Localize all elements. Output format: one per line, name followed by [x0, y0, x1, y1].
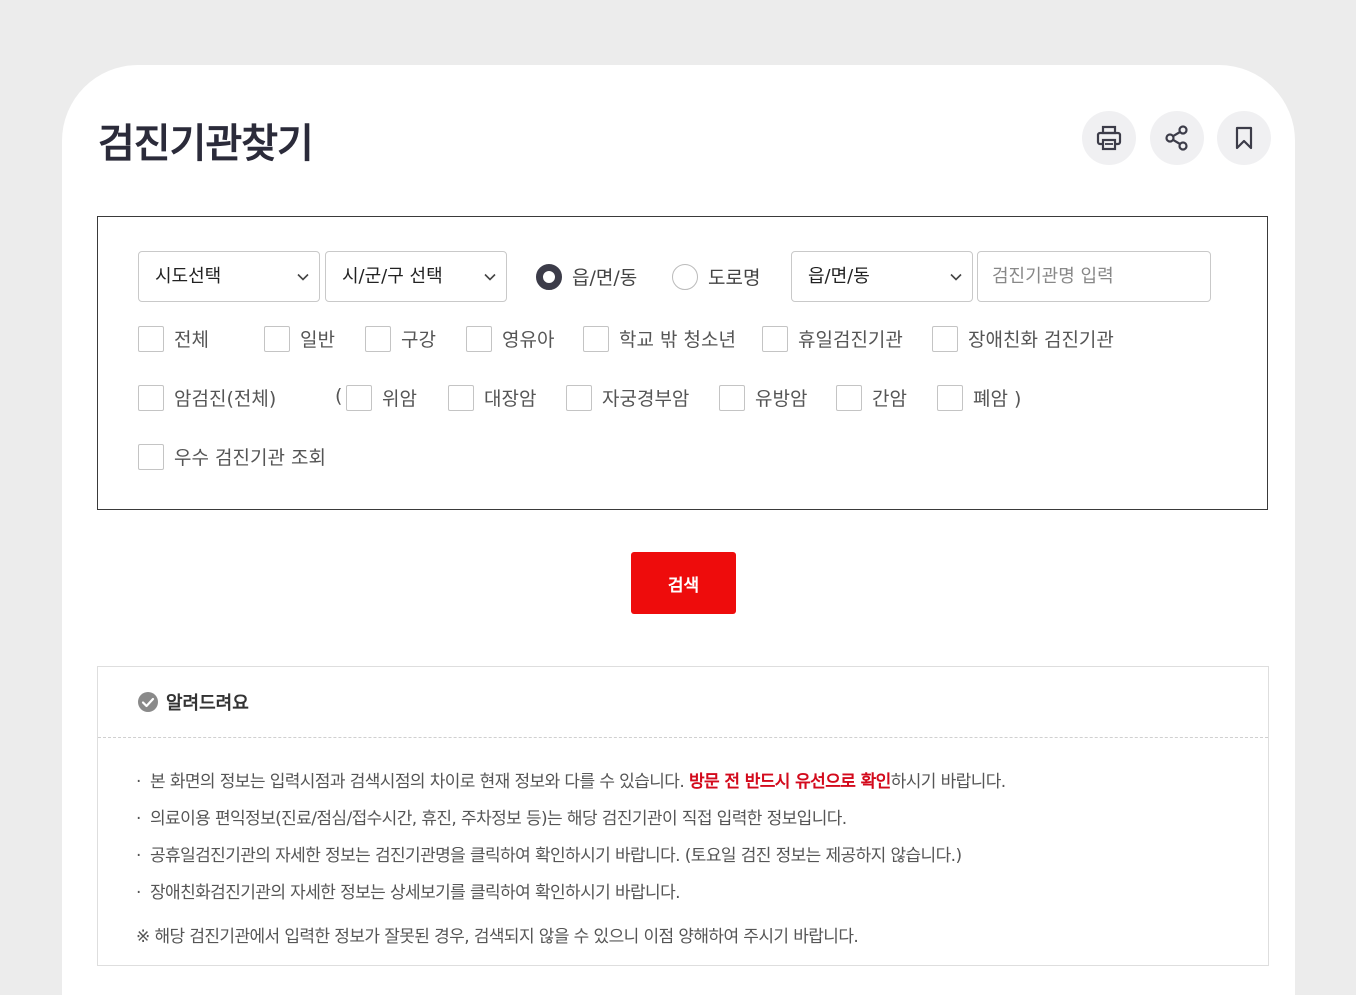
checkbox[interactable]: [346, 384, 372, 411]
checkbox[interactable]: [762, 325, 788, 352]
main-card: 검진기관찾기 시도선택 시/군/구 선택 읍/면/동 도로명 읍/면/동 검진기…: [62, 65, 1295, 995]
notice-box: 알려드려요 · 본 화면의 정보는 입력시점과 검색시점의 차이로 현재 정보와 …: [97, 666, 1269, 966]
check-circle-icon: [138, 692, 158, 712]
checkbox-all[interactable]: 전체: [138, 325, 209, 352]
checkbox-label: 학교 밖 청소년: [619, 329, 736, 351]
checkbox-breast-cancer[interactable]: 유방암: [719, 384, 807, 411]
notice-text: 본 화면의 정보는 입력시점과 검색시점의 차이로 현재 정보와 다를 수 있습…: [150, 772, 689, 792]
checkbox-label: 자궁경부암: [602, 388, 690, 410]
sigungu-select-value: 시/군/구 선택: [342, 266, 443, 287]
checkbox-label: 영유아: [502, 329, 555, 351]
eupmyeondong-select[interactable]: 읍/면/동: [791, 251, 973, 302]
checkbox-liver-cancer[interactable]: 간암: [836, 384, 907, 411]
notice-text: 하시기 바랍니다.: [890, 772, 1006, 792]
checkbox[interactable]: [937, 384, 963, 411]
notice-text: 장애친화검진기관의 자세한 정보는 상세보기를 클릭하여 확인하시기 바랍니다.: [150, 883, 681, 903]
checkbox-label: 일반: [300, 329, 335, 351]
radio-button-checked[interactable]: [536, 263, 562, 290]
radio-label: 읍/면/동: [572, 267, 638, 289]
checkbox-label: 우수 검진기관 조회: [174, 447, 326, 469]
checkbox[interactable]: [264, 325, 290, 352]
checkbox[interactable]: [138, 325, 164, 352]
notice-list: · 본 화면의 정보는 입력시점과 검색시점의 차이로 현재 정보와 다를 수 있…: [136, 771, 1006, 919]
notice-text: 의료이용 편익정보(진료/점심/접수시간, 휴진, 주차정보 등)는 해당 검진…: [150, 809, 847, 829]
checkbox-label: 간암: [872, 388, 907, 410]
open-paren: (: [335, 385, 343, 407]
share-icon: [1165, 125, 1188, 151]
notice-emphasis: 방문 전 반드시 유선으로 확인: [688, 772, 891, 792]
checkbox[interactable]: [719, 384, 745, 411]
notice-item: · 장애친화검진기관의 자세한 정보는 상세보기를 클릭하여 확인하시기 바랍니다…: [136, 882, 1006, 919]
notice-item: · 의료이용 편익정보(진료/점심/접수시간, 휴진, 주차정보 등)는 해당 검…: [136, 808, 1006, 845]
eupmyeondong-select-value: 읍/면/동: [808, 266, 870, 287]
notice-title: 알려드려요: [166, 693, 249, 714]
checkbox-cancer-all[interactable]: 암검진(전체): [138, 384, 276, 411]
checkbox[interactable]: [836, 384, 862, 411]
checkbox-label: 암검진(전체): [174, 388, 277, 410]
checkbox[interactable]: [138, 384, 164, 411]
sido-select-value: 시도선택: [155, 266, 222, 287]
radio-label: 도로명: [708, 267, 761, 289]
bookmark-icon: [1235, 126, 1253, 150]
checkbox-label: 폐암 ): [973, 388, 1022, 410]
printer-icon: [1096, 125, 1122, 151]
checkbox-infant[interactable]: 영유아: [466, 325, 554, 352]
checkbox-excellent-institution[interactable]: 우수 검진기관 조회: [138, 443, 326, 470]
print-button[interactable]: [1082, 111, 1136, 165]
checkbox-holiday[interactable]: 휴일검진기관: [762, 325, 903, 352]
radio-road-name[interactable]: 도로명: [672, 263, 760, 290]
share-button[interactable]: [1150, 111, 1204, 165]
checkbox-cervical-cancer[interactable]: 자궁경부암: [566, 384, 689, 411]
notice-item: · 공휴일검진기관의 자세한 정보는 검진기관명을 클릭하여 확인하시기 바랍니다…: [136, 845, 1006, 882]
chevron-down-icon: [297, 273, 309, 281]
chevron-down-icon: [484, 273, 496, 281]
bookmark-button[interactable]: [1217, 111, 1271, 165]
checkbox-label: 구강: [401, 329, 436, 351]
notice-note: ※ 해당 검진기관에서 입력한 정보가 잘못된 경우, 검색되지 않을 수 있으…: [136, 927, 859, 947]
checkbox-label: 위암: [382, 388, 417, 410]
sido-select[interactable]: 시도선택: [138, 251, 320, 302]
checkbox-disability-friendly[interactable]: 장애친화 검진기관: [932, 325, 1114, 352]
checkbox[interactable]: [583, 325, 609, 352]
checkbox[interactable]: [448, 384, 474, 411]
sigungu-select[interactable]: 시/군/구 선택: [325, 251, 507, 302]
page-title: 검진기관찾기: [98, 121, 314, 167]
checkbox-label: 장애친화 검진기관: [968, 329, 1114, 351]
radio-button[interactable]: [672, 263, 698, 290]
bullet: ·: [136, 846, 141, 866]
checkbox-label: 유방암: [755, 388, 808, 410]
bullet: ·: [136, 883, 141, 903]
checkbox-stomach-cancer[interactable]: 위암: [346, 384, 417, 411]
checkbox[interactable]: [566, 384, 592, 411]
checkbox-label: 전체: [174, 329, 209, 351]
search-filter-box: 시도선택 시/군/구 선택 읍/면/동 도로명 읍/면/동 전체 일반: [97, 216, 1268, 510]
chevron-down-icon: [950, 273, 962, 281]
checkbox[interactable]: [932, 325, 958, 352]
search-button[interactable]: 검색: [631, 552, 736, 614]
bullet: ·: [136, 772, 141, 792]
checkbox-out-of-school-youth[interactable]: 학교 밖 청소년: [583, 325, 736, 352]
checkbox-oral[interactable]: 구강: [365, 325, 436, 352]
checkbox[interactable]: [138, 443, 164, 470]
checkbox[interactable]: [365, 325, 391, 352]
checkbox-label: 휴일검진기관: [798, 329, 903, 351]
radio-eupmyeondong[interactable]: 읍/면/동: [536, 263, 637, 290]
notice-header: 알려드려요: [98, 667, 1268, 738]
checkbox[interactable]: [466, 325, 492, 352]
institution-name-input[interactable]: [977, 251, 1211, 302]
checkbox-general[interactable]: 일반: [264, 325, 335, 352]
checkbox-lung-cancer[interactable]: 폐암 ): [937, 384, 1021, 411]
notice-text: 공휴일검진기관의 자세한 정보는 검진기관명을 클릭하여 확인하시기 바랍니다.…: [150, 846, 962, 866]
checkbox-colon-cancer[interactable]: 대장암: [448, 384, 536, 411]
bullet: ·: [136, 809, 141, 829]
notice-item: · 본 화면의 정보는 입력시점과 검색시점의 차이로 현재 정보와 다를 수 있…: [136, 771, 1006, 808]
checkbox-label: 대장암: [484, 388, 537, 410]
